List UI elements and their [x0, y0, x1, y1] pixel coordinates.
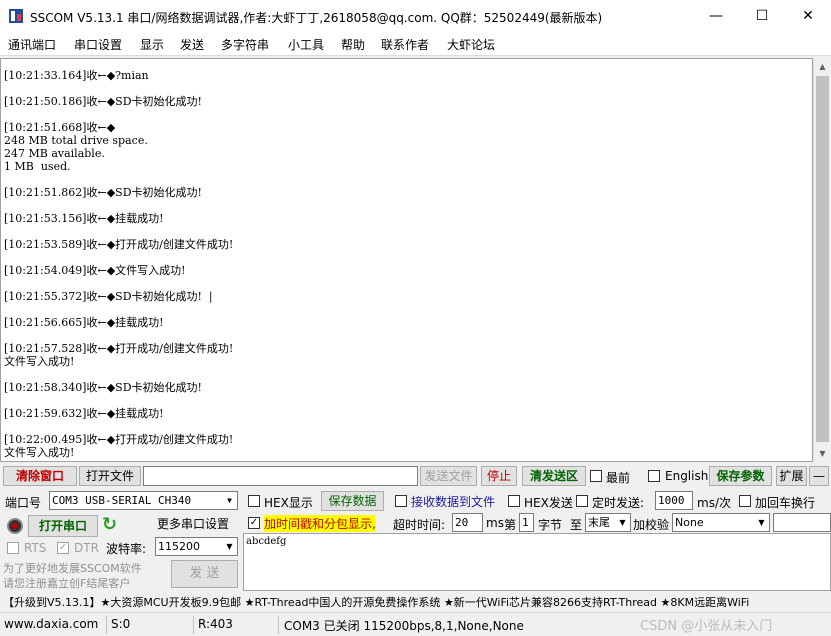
english-checkbox[interactable]: [648, 470, 660, 482]
checksum-label: 加校验: [633, 518, 670, 532]
port-value: COM3 USB-SERIAL CH340: [52, 494, 192, 507]
english-label: English: [665, 469, 709, 483]
rts-checkbox[interactable]: [7, 542, 19, 554]
hex-display-label: HEX显示: [264, 496, 313, 510]
checksum-extra-input[interactable]: [773, 513, 831, 532]
send-button[interactable]: 发 送: [171, 560, 238, 588]
timeout-ms-label: ms: [486, 516, 504, 530]
menu-forum[interactable]: 大虾论坛: [447, 36, 495, 53]
file-path-input[interactable]: [143, 466, 418, 486]
timestamp-checkbox[interactable]: ✓: [248, 517, 260, 529]
port-status-icon: [7, 518, 23, 534]
menu-display[interactable]: 显示: [140, 36, 164, 53]
send-file-button[interactable]: 发送文件: [420, 466, 477, 486]
promo-line-1: 为了更好地发展SSCOM软件: [3, 562, 142, 575]
expand-button[interactable]: 扩展: [776, 466, 807, 486]
status-divider: [106, 616, 107, 634]
timestamp-label: 加时间戳和分包显示,: [264, 515, 376, 532]
receive-area[interactable]: [10:21:33.164]收←◆?mian [10:21:50.186]收←◆…: [0, 58, 813, 462]
app-icon: [9, 9, 23, 23]
maximize-button[interactable]: ☐: [739, 0, 785, 32]
app-window: SSCOM V5.13.1 串口/网络数据调试器,作者:大虾丁丁,2618058…: [0, 0, 831, 636]
stop-button[interactable]: 停止: [481, 466, 517, 486]
status-site-link[interactable]: www.daxia.com: [4, 617, 98, 631]
send-text-area[interactable]: abcdefg: [243, 533, 831, 591]
timeout-input[interactable]: 20: [452, 513, 483, 532]
nth-label: 第: [504, 518, 517, 532]
timed-send-label: 定时发送:: [592, 496, 645, 510]
topmost-label: 最前: [606, 471, 631, 485]
watermark: CSDN @小张从未入门: [640, 619, 773, 634]
port-select[interactable]: COM3 USB-SERIAL CH340 ▼: [49, 491, 238, 510]
menu-comm-port[interactable]: 通讯端口: [8, 36, 56, 53]
menu-tools[interactable]: 小工具: [288, 36, 324, 53]
dtr-checkbox[interactable]: ✓: [57, 542, 69, 554]
checksum-select[interactable]: None ▼: [672, 513, 770, 532]
title-bar: SSCOM V5.13.1 串口/网络数据调试器,作者:大虾丁丁,2618058…: [0, 0, 831, 32]
recv-to-file-label: 接收数据到文件: [411, 495, 496, 509]
send-text: abcdefg: [246, 536, 287, 547]
menu-send[interactable]: 发送: [180, 36, 204, 53]
save-data-button[interactable]: 保存数据: [321, 491, 384, 511]
timed-send-checkbox[interactable]: [576, 495, 588, 507]
receive-scrollbar[interactable]: ▲ ▼: [813, 58, 831, 462]
baud-select[interactable]: 115200 ▼: [155, 537, 238, 556]
menu-contact-author[interactable]: 联系作者: [381, 36, 429, 53]
scroll-thumb[interactable]: [816, 76, 829, 442]
checksum-value: None: [675, 516, 704, 529]
timed-interval-input[interactable]: 1000: [655, 491, 693, 510]
ms-per-label: ms/次: [697, 496, 731, 510]
port-label: 端口号: [5, 496, 42, 510]
chevron-down-icon: ▼: [222, 538, 237, 555]
status-sent-count: S:0: [111, 617, 131, 631]
promo-line-2: 请您注册嘉立创F结尾客户: [3, 577, 131, 590]
open-port-button[interactable]: 打开串口: [28, 515, 98, 537]
refresh-icon[interactable]: ↻: [102, 514, 117, 535]
byte-index-input[interactable]: 1: [519, 513, 534, 532]
baud-value: 115200: [158, 540, 200, 553]
hex-send-checkbox[interactable]: [508, 495, 520, 507]
add-crlf-checkbox[interactable]: [739, 495, 751, 507]
status-divider: [193, 616, 194, 634]
collapse-button[interactable]: —: [809, 466, 829, 486]
save-params-button[interactable]: 保存参数: [709, 466, 772, 486]
clear-send-button[interactable]: 清发送区: [522, 466, 586, 486]
tail-select[interactable]: 末尾 ▼: [585, 513, 631, 532]
status-port-state: COM3 已关闭 115200bps,8,1,None,None: [284, 619, 524, 633]
menu-serial-settings[interactable]: 串口设置: [74, 36, 122, 53]
clear-window-button[interactable]: 清除窗口: [3, 466, 77, 486]
open-file-button[interactable]: 打开文件: [79, 466, 141, 486]
baud-label: 波特率:: [106, 542, 147, 556]
timeout-label: 超时时间:: [393, 518, 446, 532]
chevron-down-icon: ▼: [615, 514, 630, 531]
add-crlf-label: 加回车换行: [755, 496, 816, 510]
scroll-up-icon[interactable]: ▲: [814, 58, 831, 75]
byte-label: 字节: [538, 518, 563, 532]
window-title: SSCOM V5.13.1 串口/网络数据调试器,作者:大虾丁丁,2618058…: [30, 11, 603, 25]
more-settings-link[interactable]: 更多串口设置: [157, 515, 229, 532]
status-divider: [278, 616, 279, 634]
menu-bar: 通讯端口 串口设置 显示 发送 多字符串 小工具 帮助 联系作者 大虾论坛: [0, 32, 831, 56]
receive-log: [10:21:33.164]收←◆?mian [10:21:50.186]收←◆…: [4, 69, 234, 459]
scroll-down-icon[interactable]: ▼: [814, 445, 831, 462]
dtr-label: DTR: [74, 541, 99, 555]
hex-display-checkbox[interactable]: [248, 495, 260, 507]
menu-multi-string[interactable]: 多字符串: [221, 36, 269, 53]
topmost-checkbox[interactable]: [590, 470, 602, 482]
tail-value: 末尾: [588, 516, 610, 529]
chevron-down-icon: ▼: [754, 514, 769, 531]
close-button[interactable]: ✕: [785, 0, 831, 32]
menu-help[interactable]: 帮助: [341, 36, 365, 53]
rts-label: RTS: [24, 541, 47, 555]
recv-to-file-checkbox[interactable]: [395, 495, 407, 507]
ad-ticker[interactable]: 【升级到V5.13.1】★大资源MCU开发板9.9包邮 ★RT-Thread中国…: [0, 594, 831, 612]
hex-send-label: HEX发送: [524, 496, 573, 510]
chevron-down-icon: ▼: [222, 492, 237, 509]
status-received-count: R:403: [198, 617, 233, 631]
minimize-button[interactable]: —: [693, 0, 739, 32]
to-label: 至: [570, 518, 583, 532]
